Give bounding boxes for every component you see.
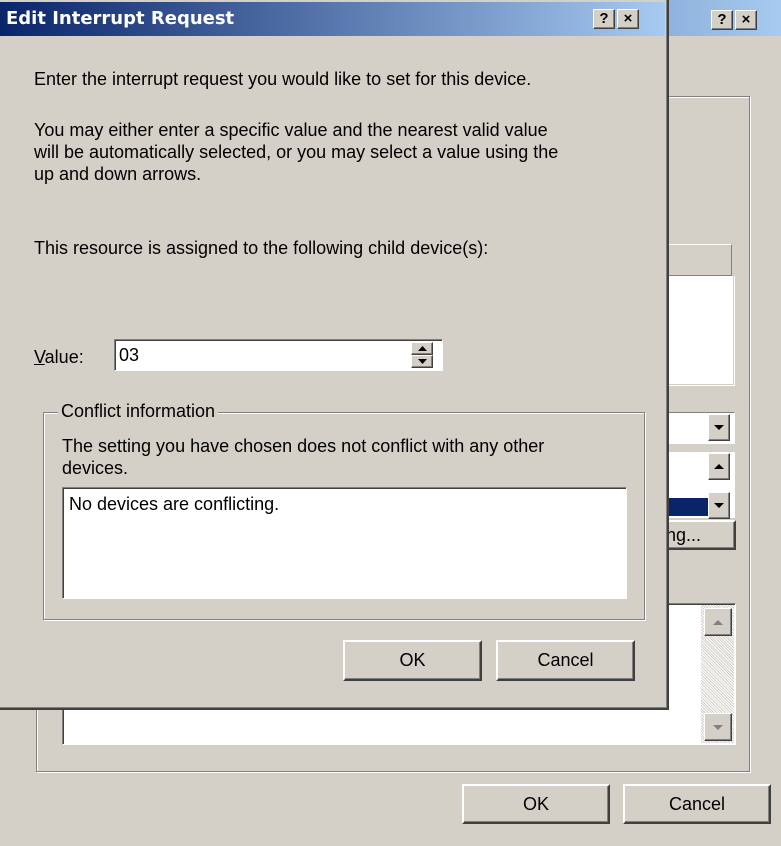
conflicting-devices-list[interactable]: No devices are conflicting. [62, 487, 627, 599]
background-scroll-down[interactable] [704, 713, 732, 741]
resource-list-header[interactable] [660, 244, 732, 276]
dropdown-arrow-icon [714, 425, 724, 430]
value-label-rest: alue: [44, 347, 84, 367]
spin-up-icon [417, 346, 427, 351]
dialog-cancel-button[interactable]: Cancel [496, 640, 635, 681]
value-spin-box: 03 [114, 339, 443, 371]
value-label: Value: [34, 347, 84, 367]
background-ok-label: OK [522, 793, 549, 814]
conflict-group-label: Conflict information [58, 401, 219, 422]
explanation-line-3: up and down arrows. [34, 164, 202, 184]
conflict-message-line-2: devices. [62, 458, 129, 478]
conflict-message-line-1: The setting you have chosen does not con… [62, 436, 545, 456]
help-icon: ? [599, 10, 609, 27]
background-help-button[interactable]: ? [711, 10, 733, 30]
setting-listbox-scroll-up[interactable] [708, 453, 730, 480]
value-spin-down[interactable] [411, 355, 433, 368]
background-ok-button[interactable]: OK [462, 784, 610, 824]
dialog-title: Edit Interrupt Request [6, 8, 235, 29]
value-spin-up[interactable] [411, 342, 433, 355]
scroll-up-icon [714, 464, 724, 469]
dialog-titlebar: Edit Interrupt Request ? × [0, 2, 665, 36]
dialog-ok-button[interactable]: OK [343, 640, 482, 681]
conflict-list-item: No devices are conflicting. [69, 494, 280, 514]
close-icon: × [741, 11, 751, 28]
background-close-button[interactable]: × [735, 10, 757, 30]
background-cancel-label: Cancel [668, 793, 726, 814]
explanation-line-2: will be automatically selected, or you m… [34, 142, 559, 162]
help-icon: ? [717, 11, 727, 28]
change-setting-label: ng... [666, 524, 702, 545]
setting-combo-dropdown[interactable] [708, 414, 730, 441]
spin-down-icon [417, 359, 427, 364]
edit-interrupt-request-dialog: Edit Interrupt Request ? × Enter the int… [0, 0, 669, 710]
dialog-close-button[interactable]: × [617, 9, 639, 29]
assigned-devices-text: This resource is assigned to the followi… [34, 238, 489, 258]
scroll-up-icon [713, 619, 723, 625]
value-input[interactable]: 03 [119, 345, 139, 366]
scroll-down-icon [714, 503, 724, 508]
background-cancel-button[interactable]: Cancel [623, 784, 771, 824]
setting-listbox-scroll-down[interactable] [708, 492, 730, 519]
explanation-line-1: You may either enter a specific value an… [34, 120, 548, 140]
resource-list[interactable] [660, 276, 735, 386]
instruction-text: Enter the interrupt request you would li… [34, 69, 532, 89]
scroll-down-icon [713, 724, 723, 730]
close-icon: × [623, 10, 633, 27]
dialog-cancel-label: Cancel [537, 650, 594, 670]
background-scroll-up[interactable] [704, 608, 732, 636]
dialog-ok-label: OK [399, 650, 426, 670]
dialog-help-button[interactable]: ? [593, 9, 615, 29]
